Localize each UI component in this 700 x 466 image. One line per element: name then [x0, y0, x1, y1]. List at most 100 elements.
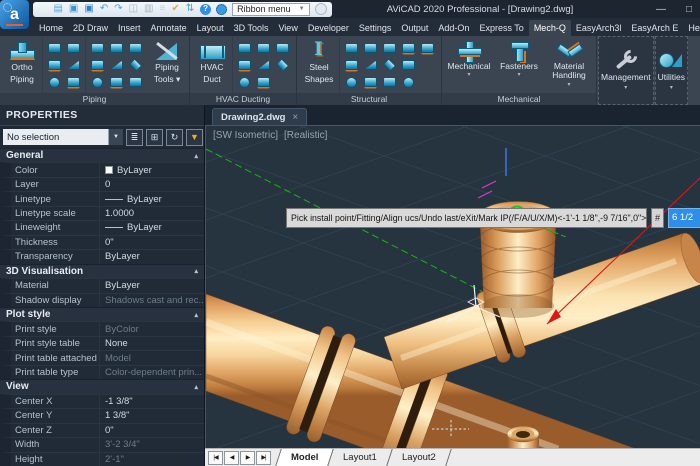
sync-icon[interactable]: ⇅	[186, 4, 194, 14]
refresh-selection-button[interactable]: ↻	[166, 129, 183, 146]
property-value[interactable]: 2'-1"	[99, 453, 204, 466]
weld-plate-icon[interactable]	[346, 77, 357, 88]
property-value[interactable]: ByLayer	[99, 279, 204, 292]
property-row-center-z[interactable]: Center Z0"	[0, 423, 204, 437]
help-icon[interactable]: ?	[200, 4, 211, 15]
app-logo-icon[interactable]: a	[0, 0, 29, 29]
section-header-plot-style[interactable]: Plot style▴	[0, 307, 204, 321]
ribbon-tab-express-to[interactable]: Express To	[474, 20, 528, 36]
ribbon-tab-layout[interactable]: Layout	[192, 20, 229, 36]
undo-icon[interactable]: ↶	[100, 4, 108, 14]
duct-transition-icon[interactable]	[257, 60, 270, 70]
brace-icon[interactable]	[364, 77, 377, 87]
property-value[interactable]: None	[99, 337, 204, 350]
beam-section-icon[interactable]	[345, 43, 358, 53]
steel-shapes-button[interactable]: SteelShapes	[299, 37, 339, 93]
print-icon[interactable]: ▥	[144, 4, 153, 14]
ribbon-tab-mech-q[interactable]: Mech-Q	[529, 20, 571, 36]
property-row-width[interactable]: Width3'-2 3/4"	[0, 437, 204, 451]
duct-slope-icon[interactable]	[257, 43, 270, 53]
property-value[interactable]: -1 3/8"	[99, 395, 204, 408]
workspace-cycle-button[interactable]	[315, 3, 327, 15]
property-value[interactable]: Model	[99, 351, 204, 364]
ribbon-tab-insert[interactable]: Insert	[113, 20, 146, 36]
property-row-transparency[interactable]: TransparencyByLayer	[0, 249, 204, 263]
open-file-icon[interactable]: ▤	[53, 4, 62, 14]
utilities-dropdown-button[interactable]: Utilities▾	[656, 37, 687, 104]
mechanical-dropdown-button[interactable]: Mechanical▾	[444, 37, 494, 93]
sprinkler-icon[interactable]	[129, 58, 142, 71]
purlin-icon[interactable]	[402, 60, 415, 70]
print-preview-icon[interactable]: ◫	[129, 4, 138, 14]
ribbon-tab-easyarch-e[interactable]: EasyArch E	[626, 20, 683, 36]
collapse-icon[interactable]: ▴	[194, 267, 198, 275]
save-as-icon[interactable]: ▣	[84, 4, 93, 14]
section-header-view[interactable]: View▴	[0, 379, 204, 393]
select-objects-button[interactable]: ⊞	[146, 129, 163, 146]
viewport-style-control[interactable]: [Realistic]	[284, 130, 327, 141]
collapse-icon[interactable]: ▴	[194, 383, 198, 391]
property-value[interactable]: ByLayer	[99, 250, 204, 263]
quick-select-button[interactable]: ▼	[186, 129, 203, 146]
property-value[interactable]: Color-dependent prin...	[99, 366, 204, 379]
grating-icon[interactable]	[403, 77, 414, 88]
save-icon[interactable]: ▣	[69, 4, 78, 14]
previous-sheet-button[interactable]: ◀	[224, 451, 239, 465]
first-sheet-button[interactable]: |◀	[208, 451, 223, 465]
tank-icon[interactable]	[67, 60, 80, 70]
fasteners-dropdown-button[interactable]: Fasteners▾	[494, 37, 544, 93]
redo-icon[interactable]: ↷	[114, 4, 122, 14]
property-value[interactable]: ByColor	[99, 322, 204, 335]
property-row-lineweight[interactable]: LineweightByLayer	[0, 220, 204, 234]
flange-icon[interactable]	[92, 77, 103, 88]
management-dropdown-button[interactable]: Management▾	[599, 37, 653, 104]
ribbon-tab-developer[interactable]: Developer	[303, 20, 354, 36]
section-header-3d-visualisation[interactable]: 3D Visualisation▴	[0, 264, 204, 278]
object-tree-button[interactable]: ≣	[126, 129, 143, 146]
ribbon-tab-settings[interactable]: Settings	[354, 20, 397, 36]
viewport-view-control[interactable]: [SW Isometric]	[213, 130, 278, 141]
property-value[interactable]: ByLayer	[99, 192, 204, 205]
collapse-icon[interactable]: ▴	[194, 311, 198, 319]
ribbon-tab-easyarch3l[interactable]: EasyArch3l	[571, 20, 627, 36]
property-row-center-y[interactable]: Center Y1 3/8"	[0, 408, 204, 422]
property-value[interactable]: 0"	[99, 236, 204, 249]
section-header-general[interactable]: General▴	[0, 148, 204, 162]
property-row-thickness[interactable]: Thickness0"	[0, 235, 204, 249]
property-row-print-style-table[interactable]: Print style tableNone	[0, 336, 204, 350]
nozzle-icon[interactable]	[110, 77, 123, 87]
channel-section-icon[interactable]	[345, 60, 358, 70]
duct-end-icon[interactable]	[239, 77, 250, 88]
property-row-material[interactable]: MaterialByLayer	[0, 278, 204, 292]
last-sheet-button[interactable]: ▶|	[256, 451, 271, 465]
ribbon-tab-view[interactable]: View	[273, 20, 302, 36]
pump-symbol-icon[interactable]	[110, 43, 123, 53]
new-file-icon[interactable]: ▢	[38, 4, 47, 14]
ribbon-menu-dropdown[interactable]: Ribbon menu ▼	[232, 3, 310, 16]
close-tab-icon[interactable]: ×	[292, 112, 298, 123]
angle-icon[interactable]	[364, 43, 377, 53]
stud-icon[interactable]	[402, 43, 415, 53]
ribbon-tab-add-on[interactable]: Add-On	[433, 20, 474, 36]
iso-pipe-icon[interactable]	[48, 43, 61, 53]
property-value[interactable]: ByLayer	[99, 221, 204, 234]
checklist-icon[interactable]: ≡	[160, 4, 166, 14]
property-row-print-table-attached-to[interactable]: Print table attached toModel	[0, 350, 204, 364]
sheet-tab-layout2[interactable]: Layout2	[387, 449, 452, 466]
ortho-piping-button[interactable]: OrthoPiping	[2, 37, 42, 93]
ribbon-tab-3d-tools[interactable]: 3D Tools	[229, 20, 274, 36]
duct-wye-icon[interactable]	[238, 60, 251, 70]
ribbon-tab-annotate[interactable]: Annotate	[146, 20, 192, 36]
gusset-plate-icon[interactable]	[383, 43, 396, 53]
property-value[interactable]: 0"	[99, 424, 204, 437]
viewport[interactable]: [SW Isometric] [Realistic] Pick install …	[205, 125, 700, 448]
maximize-button[interactable]: □	[686, 4, 692, 15]
rect-tube-icon[interactable]	[383, 77, 396, 87]
psd-pipe-icon[interactable]	[48, 60, 61, 70]
property-value[interactable]: 1 3/8"	[99, 409, 204, 422]
drain-icon[interactable]	[67, 77, 80, 87]
property-row-print-style[interactable]: Print styleByColor	[0, 321, 204, 335]
hvac-duct-button[interactable]: HVACDuct	[192, 37, 232, 93]
collapse-icon[interactable]: ▴	[194, 152, 198, 160]
pump-icon[interactable]	[67, 43, 80, 53]
